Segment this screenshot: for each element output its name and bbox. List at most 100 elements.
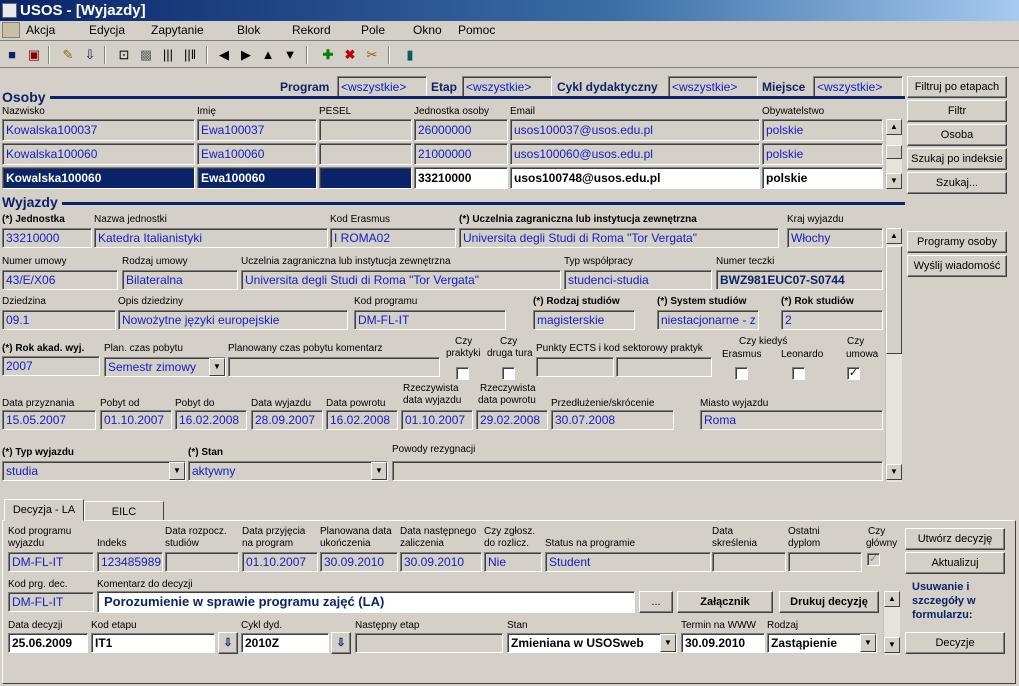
rodzaj-umowy-field[interactable]: Bilateralna [122, 270, 238, 290]
aktualizuj-button[interactable]: Aktualizuj [905, 552, 1005, 574]
ects-field-2[interactable] [616, 357, 712, 377]
d-czy-zgl-field[interactable]: Nie [484, 552, 542, 572]
decyzje-button[interactable]: Decyzje [905, 632, 1005, 654]
scroll-down-icon[interactable]: ▼ [884, 637, 900, 653]
erasmus-checkbox[interactable] [735, 367, 748, 380]
next-record-icon[interactable]: ▼ [280, 45, 300, 65]
exit-door-icon[interactable]: ▮ [400, 45, 420, 65]
d-kod-prg-dec-field[interactable]: DM-FL-IT [8, 592, 94, 612]
ects-field-1[interactable] [536, 357, 614, 377]
d-kod-etapu-field[interactable]: IT1 [91, 633, 215, 653]
miasto-field[interactable]: Roma [700, 410, 883, 430]
rz-wyjazdu-field[interactable]: 01.10.2007 [401, 410, 473, 430]
cell-email[interactable]: usos100060@usos.edu.pl [510, 143, 760, 165]
przedluzenie-field[interactable]: 30.07.2008 [551, 410, 674, 430]
scroll-up-icon[interactable]: ▲ [884, 591, 900, 607]
dziedzina-field[interactable]: 09.1 [2, 310, 116, 330]
kraj-wyjazdu-field[interactable]: Włochy [787, 228, 883, 248]
data-przyznania-field[interactable]: 15.05.2007 [2, 410, 96, 430]
cell-obywatelstwo[interactable]: polskie [762, 167, 883, 189]
szukaj-po-indeksie-button[interactable]: Szukaj po indeksie [907, 148, 1007, 170]
ellipsis-button[interactable]: ... [639, 591, 673, 613]
save-icon[interactable]: ■ [2, 45, 22, 65]
scroll-down-icon[interactable]: ▼ [886, 173, 902, 189]
scroll-down-icon[interactable]: ▼ [886, 464, 902, 480]
d-ost-dypl-field[interactable] [788, 552, 862, 572]
previous-record-icon[interactable]: ▲ [258, 45, 278, 65]
menu-rekord[interactable]: Rekord [292, 23, 331, 37]
cell-obywatelstwo[interactable]: polskie [762, 143, 883, 165]
filtruj-po-etapach-button[interactable]: Filtruj po etapach [907, 76, 1007, 98]
d-plan-data-field[interactable]: 30.09.2010 [320, 552, 398, 572]
d-termin-field[interactable]: 30.09.2010 [681, 633, 765, 653]
czy-praktyki-checkbox[interactable] [456, 367, 469, 380]
d-stan-select[interactable]: Zmieniana w USOSweb ▼ [507, 633, 677, 653]
programy-osoby-button[interactable]: Programy osoby [907, 231, 1007, 253]
download-arrow-icon[interactable]: ⇩ [80, 45, 100, 65]
plan-kom-field[interactable] [228, 357, 440, 377]
tab-eilc[interactable]: EILC [84, 501, 164, 521]
uczelnia2-field[interactable]: Universita degli Studi di Roma "Tor Verg… [241, 270, 561, 290]
d-cykl-field[interactable]: 2010Z [241, 633, 329, 653]
czy-druga-checkbox[interactable] [502, 367, 515, 380]
decyzja-scrollbar[interactable]: ▲ ▼ [883, 591, 900, 655]
tab-decyzja-la[interactable]: Decyzja - LA [4, 499, 84, 521]
d-rodzaj-select[interactable]: Zastąpienie ▼ [767, 633, 877, 653]
d-data-przyj-field[interactable]: 01.10.2007 [242, 552, 318, 572]
wyjazdy-scrollbar[interactable]: ▲ ▼ [885, 228, 902, 482]
cell-nazwisko[interactable]: Kowalska100060 [2, 167, 195, 189]
wyslij-wiadomosc-button[interactable]: Wyślij wiadomość [907, 255, 1007, 277]
d-czy-glowny-checkbox[interactable]: ✓ [867, 553, 880, 566]
d-data-rozp-field[interactable] [165, 552, 239, 572]
pobyt-od-field[interactable]: 01.10.2007 [100, 410, 172, 430]
cell-email[interactable]: usos100037@usos.edu.pl [510, 119, 760, 141]
exit-icon[interactable]: ▣ [24, 45, 44, 65]
cell-imie[interactable]: Ewa100060 [197, 167, 317, 189]
rok-studiow-field[interactable]: 2 [781, 310, 883, 330]
kod-etapu-lov-icon[interactable]: ⇩ [218, 632, 238, 654]
d-data-nast-field[interactable]: 30.09.2010 [400, 552, 482, 572]
scroll-thumb[interactable] [886, 145, 902, 159]
query-enter-icon[interactable]: ⊡ [114, 45, 134, 65]
d-status-field[interactable]: Student [545, 552, 711, 572]
query-execute-icon[interactable]: ▩ [136, 45, 156, 65]
rodzaj-studiow-field[interactable]: magisterskie [533, 310, 635, 330]
delete-record-icon[interactable]: ✖ [340, 45, 360, 65]
typ-wspolpracy-field[interactable]: studenci-studia [564, 270, 712, 290]
d-nast-etap-field[interactable] [355, 633, 503, 653]
menu-pomoc[interactable]: Pomoc [458, 23, 495, 37]
kod-erasmus-field[interactable]: I ROMA02 [330, 228, 456, 248]
cell-pesel[interactable] [319, 119, 412, 141]
cell-jednostka[interactable]: 33210000 [414, 167, 508, 189]
next-block-icon[interactable]: ▶ [236, 45, 256, 65]
cell-jednostka[interactable]: 26000000 [414, 119, 508, 141]
menu-edycja[interactable]: Edycja [89, 23, 125, 37]
uczelnia-field[interactable]: Universita degli Studi di Roma "Tor Verg… [459, 228, 779, 248]
data-powrotu-field[interactable]: 16.02.2008 [326, 410, 398, 430]
d-data-skr-field[interactable] [712, 552, 786, 572]
menu-akcja[interactable]: Akcja [26, 23, 55, 37]
etap-filter-field[interactable]: <wszystkie> [462, 76, 552, 98]
osoba-button[interactable]: Osoba [907, 124, 1007, 146]
numer-umowy-field[interactable]: 43/E/X06 [2, 270, 118, 290]
cell-imie[interactable]: Ewa100060 [197, 143, 317, 165]
opis-dziedziny-field[interactable]: Nowożytne języki europejskie [118, 310, 348, 330]
menu-zapytanie[interactable]: Zapytanie [151, 23, 204, 37]
cell-nazwisko[interactable]: Kowalska100060 [2, 143, 195, 165]
nazwa-jednostki-field[interactable]: Katedra Italianistyki [94, 228, 328, 248]
szukaj-button[interactable]: Szukaj... [907, 172, 1007, 194]
cell-jednostka[interactable]: 21000000 [414, 143, 508, 165]
menu-okno[interactable]: Okno [413, 23, 442, 37]
leonardo-checkbox[interactable] [792, 367, 805, 380]
numer-teczki-field[interactable]: BWZ981EUC07-S0744 [716, 270, 883, 290]
d-data-dec-field[interactable]: 25.06.2009 [8, 633, 88, 653]
rok-akad-field[interactable]: 2007 [2, 356, 100, 376]
system-studiow-field[interactable]: niestacjonarne - z [657, 310, 759, 330]
cell-pesel[interactable] [319, 143, 412, 165]
jednostka-field[interactable]: 33210000 [2, 228, 92, 248]
edit-pencil-icon[interactable]: ✎ [58, 45, 78, 65]
osoby-scrollbar[interactable]: ▲ ▼ [885, 119, 902, 189]
kod-programu-field[interactable]: DM-FL-IT [354, 310, 506, 330]
chevron-down-icon[interactable]: ▼ [169, 462, 185, 480]
rz-powrotu-field[interactable]: 29.02.2008 [476, 410, 548, 430]
